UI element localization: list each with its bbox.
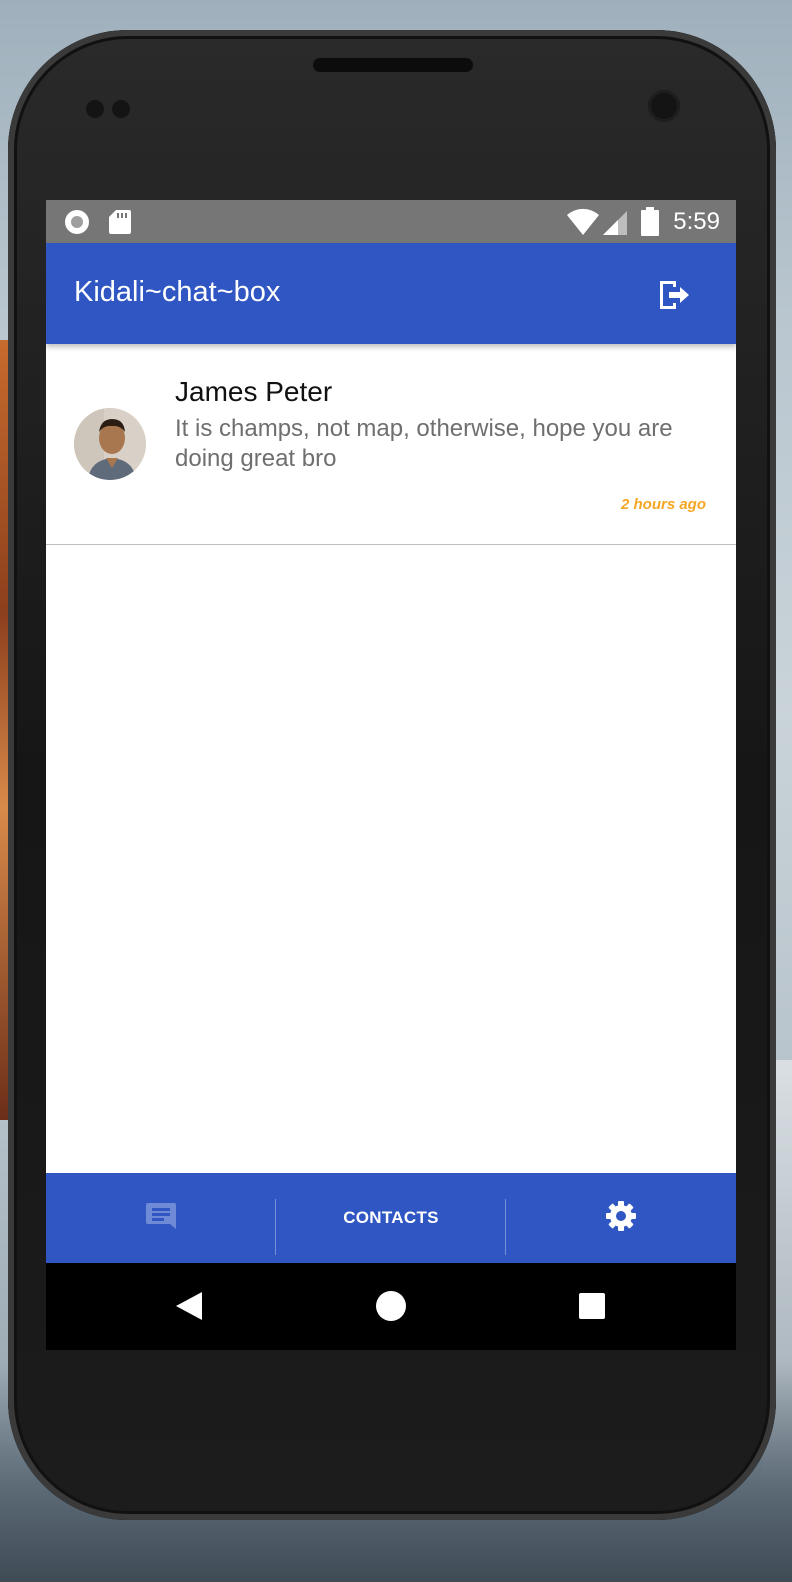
status-bar: 5:59 — [46, 200, 736, 243]
sd-card-icon — [108, 209, 134, 235]
app-bar: Kidali~chat~box — [46, 243, 736, 344]
system-navigation-bar — [46, 1263, 736, 1350]
contact-name: James Peter — [175, 376, 333, 407]
tab-contacts-label: CONTACTS — [343, 1208, 439, 1227]
chat-list-item[interactable]: James Peter It is champs, not map, other… — [46, 344, 736, 545]
tab-chats[interactable] — [46, 1173, 276, 1263]
wifi-icon — [566, 208, 600, 241]
proximity-sensor — [86, 100, 104, 118]
last-message: It is champs, not map, otherwise, hope y… — [175, 415, 673, 472]
message-timestamp: 2 hours ago — [620, 496, 706, 513]
app-title: Kidali~chat~box — [74, 276, 281, 308]
home-icon[interactable] — [375, 1290, 407, 1327]
battery-icon — [640, 207, 660, 242]
tab-contacts[interactable]: CONTACTS — [276, 1173, 506, 1263]
earpiece-speaker — [313, 58, 473, 72]
front-camera — [648, 90, 680, 122]
chat-list: James Peter It is champs, not map, other… — [46, 344, 736, 545]
logout-icon[interactable] — [656, 277, 692, 313]
status-time: 5:59 — [673, 208, 720, 235]
settings-icon — [605, 1200, 637, 1237]
chat-icon — [145, 1202, 177, 1235]
back-icon[interactable] — [174, 1290, 204, 1327]
tab-settings[interactable] — [506, 1173, 736, 1263]
recents-icon[interactable] — [578, 1292, 606, 1325]
app-screen: 5:59 Kidali~chat~box James Peter It is c… — [46, 200, 736, 1350]
bottom-navigation: CONTACTS — [46, 1173, 736, 1263]
light-sensor — [112, 100, 130, 118]
cell-signal-icon — [602, 210, 628, 241]
avatar — [74, 408, 146, 480]
record-icon — [64, 209, 90, 235]
